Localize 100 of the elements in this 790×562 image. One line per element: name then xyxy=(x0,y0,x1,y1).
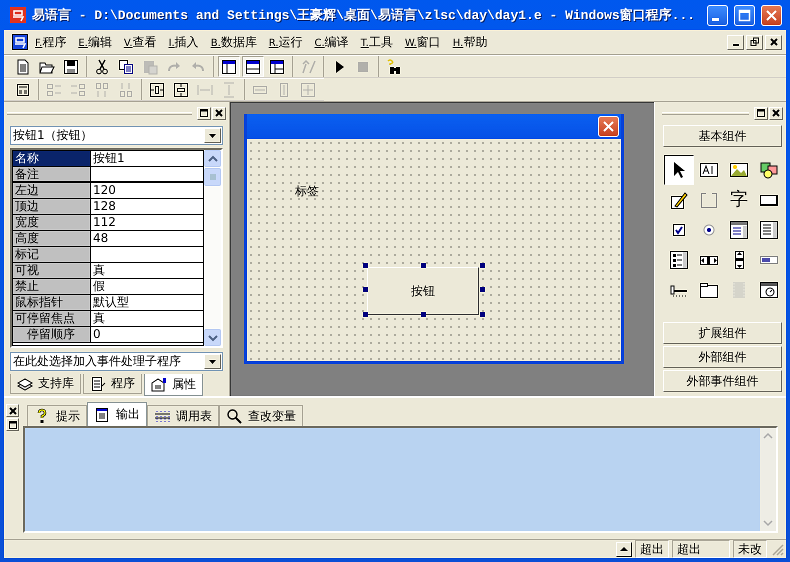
scrollbar[interactable] xyxy=(204,150,221,346)
property-name[interactable]: 备注 xyxy=(13,167,91,182)
frame-icon xyxy=(699,190,719,210)
window-layout-icon xyxy=(269,58,285,75)
property-name[interactable]: 左边 xyxy=(13,183,91,198)
property-value[interactable]: 0 xyxy=(91,327,203,342)
menu-item[interactable]: B.数据库 xyxy=(206,32,262,53)
property-name[interactable]: 停留顺序 xyxy=(13,327,91,342)
text-tool[interactable]: 字 xyxy=(724,185,754,216)
maximize-button[interactable] xyxy=(734,4,755,26)
clock-window-icon xyxy=(759,280,779,300)
scissors-icon xyxy=(94,58,110,75)
property-name[interactable]: 高度 xyxy=(13,231,91,246)
resize-handle[interactable] xyxy=(363,287,368,292)
basic-components-button[interactable]: 基本组件 xyxy=(663,125,782,148)
resize-handle[interactable] xyxy=(480,312,485,318)
window-layout-button[interactable] xyxy=(242,56,264,78)
status-panel: 超出 xyxy=(635,540,669,558)
restore-button[interactable] xyxy=(746,34,763,50)
close-icon xyxy=(602,120,615,134)
menu-item[interactable]: F.程序 xyxy=(30,32,72,53)
output-area[interactable] xyxy=(23,426,778,533)
close-button[interactable] xyxy=(212,106,226,120)
property-value[interactable]: 128 xyxy=(91,199,203,214)
resize-grip-icon xyxy=(770,542,784,556)
resize-handle[interactable] xyxy=(363,312,368,318)
close-button[interactable] xyxy=(765,34,782,50)
menu-item[interactable]: T.工具 xyxy=(356,32,398,53)
resize-handle[interactable] xyxy=(480,287,485,292)
window-layout-icon xyxy=(245,58,261,75)
float-button[interactable] xyxy=(6,418,19,432)
vertical-spacing-icon xyxy=(221,82,237,98)
restore-icon xyxy=(750,37,760,48)
menu-item[interactable]: W.窗口 xyxy=(400,32,446,53)
grid-icon xyxy=(15,82,31,98)
label-control[interactable]: 标签 xyxy=(295,183,319,200)
property-value[interactable]: 120 xyxy=(91,183,203,198)
dropdown-list-icon xyxy=(729,220,749,240)
scrollbar[interactable] xyxy=(760,428,776,531)
window-layout-button[interactable] xyxy=(218,56,240,78)
menu-item[interactable]: V.查看 xyxy=(118,32,162,53)
scroll-up-button[interactable] xyxy=(616,542,632,556)
minimize-button[interactable] xyxy=(727,34,744,50)
menu-item[interactable]: E.编辑 xyxy=(73,32,117,53)
button-control[interactable]: 按钮 xyxy=(367,267,479,316)
same-size-icon xyxy=(300,82,316,98)
close-button[interactable] xyxy=(6,404,19,418)
dropdown-arrow-icon xyxy=(208,358,217,366)
property-name[interactable]: 鼠标指针 xyxy=(13,295,91,310)
property-value[interactable]: 按钮1 xyxy=(91,151,203,166)
property-name[interactable]: 禁止 xyxy=(13,279,91,294)
resize-handle[interactable] xyxy=(480,263,485,268)
property-name[interactable]: 顶边 xyxy=(13,199,91,214)
property-value[interactable]: 48 xyxy=(91,231,203,246)
window-icon xyxy=(8,420,18,430)
resize-handle[interactable] xyxy=(363,263,368,268)
panel-tab[interactable]: 属性 xyxy=(144,374,203,396)
dotted-grid-icon xyxy=(154,408,170,424)
property-name[interactable]: 宽度 xyxy=(13,215,91,230)
resize-handle[interactable] xyxy=(421,312,426,318)
float-button[interactable] xyxy=(197,106,211,120)
property-value[interactable]: 假 xyxy=(91,279,203,294)
resize-handle[interactable] xyxy=(421,263,426,268)
menu-item[interactable]: R.运行 xyxy=(264,32,308,53)
close-button[interactable] xyxy=(598,116,619,138)
component-group-button[interactable]: 扩展组件 xyxy=(663,322,782,344)
app-logo-icon xyxy=(10,7,26,23)
clipboard-icon xyxy=(142,58,158,75)
event-selector[interactable]: 在此处选择加入事件处理子程序 xyxy=(10,352,223,372)
align-top-icon xyxy=(94,82,110,98)
pointer-tool[interactable] xyxy=(664,155,694,186)
app-logo-icon xyxy=(12,34,28,50)
menu-item[interactable]: H.帮助 xyxy=(448,32,492,53)
search-icon xyxy=(226,408,242,424)
property-value[interactable]: 真 xyxy=(91,311,203,326)
document-icon xyxy=(90,376,106,392)
property-name[interactable]: 名称 xyxy=(13,151,91,166)
align-bottom-icon xyxy=(118,82,134,98)
window-layout-icon xyxy=(221,58,237,75)
property-name[interactable]: 可视 xyxy=(13,263,91,278)
align-left-icon xyxy=(46,82,62,98)
menu-item[interactable]: I.插入 xyxy=(164,32,204,53)
close-button[interactable] xyxy=(769,106,783,120)
property-name[interactable]: 可停留焦点 xyxy=(13,311,91,326)
property-value[interactable]: 默认型 xyxy=(91,295,203,310)
float-button[interactable] xyxy=(754,106,768,120)
property-value[interactable]: 112 xyxy=(91,215,203,230)
panel-tab[interactable]: 支持库 xyxy=(10,374,81,394)
books-icon xyxy=(17,376,33,392)
menu-item[interactable]: C.编译 xyxy=(310,32,354,53)
object-selector[interactable]: 按钮1（按钮） xyxy=(10,126,223,146)
component-group-button[interactable]: 外部组件 xyxy=(663,346,782,368)
panel-tab[interactable]: 程序 xyxy=(83,374,142,394)
center-vertical-icon xyxy=(173,82,189,98)
close-icon xyxy=(765,8,778,22)
component-group-button[interactable]: 外部事件组件 xyxy=(663,370,782,392)
output-tab[interactable]: 输出 xyxy=(87,402,147,426)
property-name[interactable]: 标记 xyxy=(13,247,91,262)
property-value[interactable]: 真 xyxy=(91,263,203,278)
minimize-icon xyxy=(732,44,738,46)
